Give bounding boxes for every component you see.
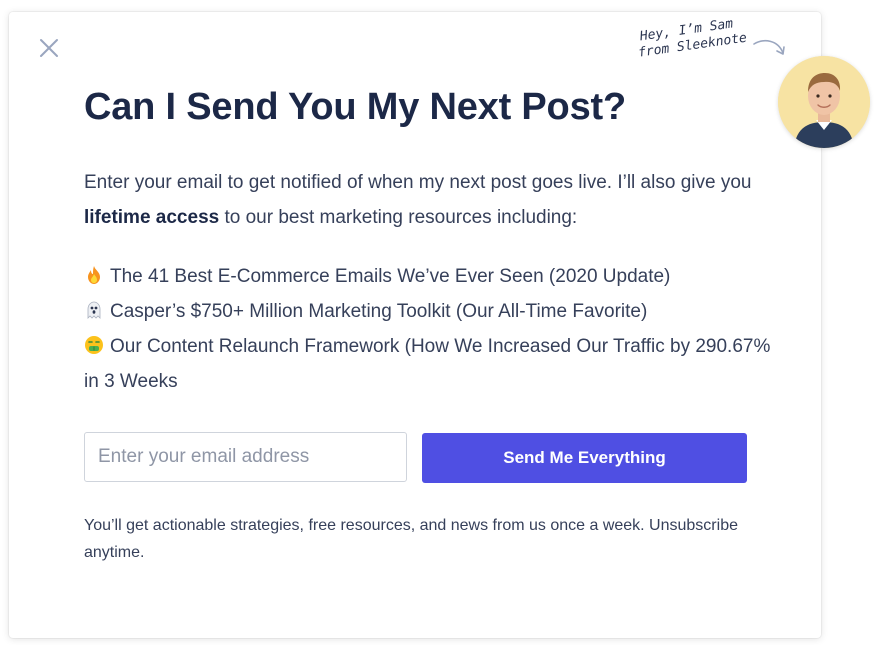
send-me-everything-button[interactable]: Send Me Everything	[422, 433, 747, 483]
avatar	[778, 56, 870, 148]
resource-text: Our Content Relaunch Framework (How We I…	[84, 336, 771, 392]
intro-text-end: to our best marketing resources includin…	[219, 207, 578, 228]
resource-list: The 41 Best E-Commerce Emails We’ve Ever…	[84, 259, 774, 399]
popup-intro: Enter your email to get notified of when…	[84, 165, 774, 235]
resource-item: Our Content Relaunch Framework (How We I…	[84, 329, 774, 399]
fire-emoji-icon	[88, 266, 100, 284]
resource-item: Casper’s $750+ Million Marketing Toolkit…	[84, 294, 774, 329]
ghost-emoji-icon	[87, 301, 101, 319]
popup-footnote: You’ll get actionable strategies, free r…	[84, 517, 738, 561]
intro-text-start: Enter your email to get notified of when…	[84, 172, 752, 193]
page: Can I Send You My Next Post? Enter your …	[0, 0, 880, 645]
intro-bold-text: lifetime access	[84, 207, 220, 228]
popup-title: Can I Send You My Next Post?	[84, 86, 626, 128]
email-input[interactable]	[84, 432, 407, 482]
email-signup-popup: Can I Send You My Next Post? Enter your …	[9, 12, 821, 638]
money-mouth-emoji-icon	[85, 336, 103, 354]
resource-item: The 41 Best E-Commerce Emails We’ve Ever…	[84, 259, 774, 294]
curved-arrow-icon	[753, 39, 785, 55]
close-icon[interactable]	[37, 36, 61, 60]
resource-text: Casper’s $750+ Million Marketing Toolkit…	[110, 301, 648, 322]
resource-text: The 41 Best E-Commerce Emails We’ve Ever…	[110, 266, 671, 287]
